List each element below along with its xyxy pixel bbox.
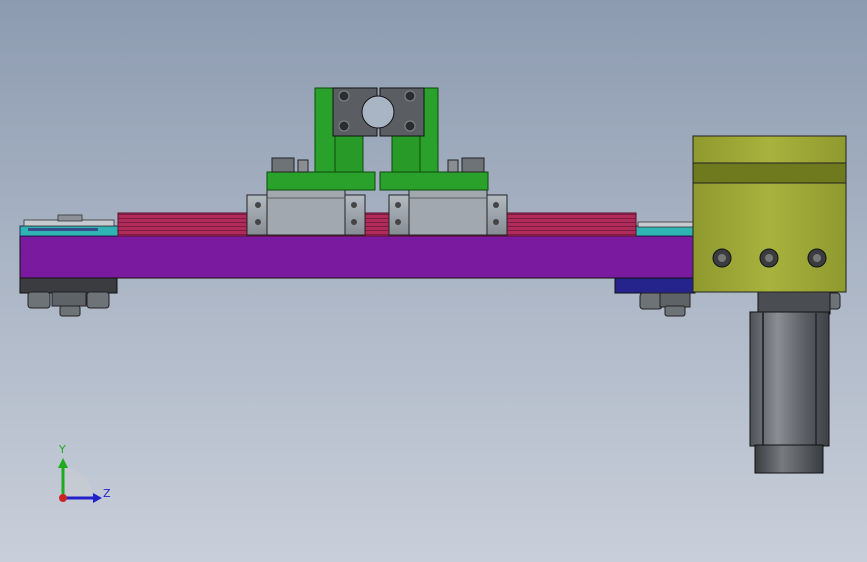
- coordinate-triad-icon: [58, 458, 102, 503]
- servo-motor[interactable]: [749, 291, 831, 474]
- rail-right[interactable]: [634, 225, 696, 237]
- motor-end-cap: [754, 444, 824, 474]
- left-foot-bolts: [27, 291, 110, 317]
- right-pulley: [637, 221, 694, 228]
- base-plate[interactable]: [19, 235, 696, 279]
- carriage-right[interactable]: [388, 189, 508, 236]
- cad-model-scene[interactable]: [0, 0, 867, 562]
- motor-flange: [757, 291, 831, 315]
- triad-z-label: Z: [103, 487, 111, 500]
- drive-belt[interactable]: [117, 212, 637, 237]
- motor-mount-box[interactable]: [692, 135, 847, 293]
- motor-body: [749, 311, 830, 447]
- shaft-clamp[interactable]: [332, 87, 425, 137]
- lower-navy-plate[interactable]: [614, 276, 696, 294]
- left-foot-block[interactable]: [19, 276, 118, 294]
- triad-y-label: Y: [59, 443, 66, 456]
- graphics-viewport[interactable]: Y Z: [0, 0, 867, 562]
- carriage-left[interactable]: [246, 189, 366, 236]
